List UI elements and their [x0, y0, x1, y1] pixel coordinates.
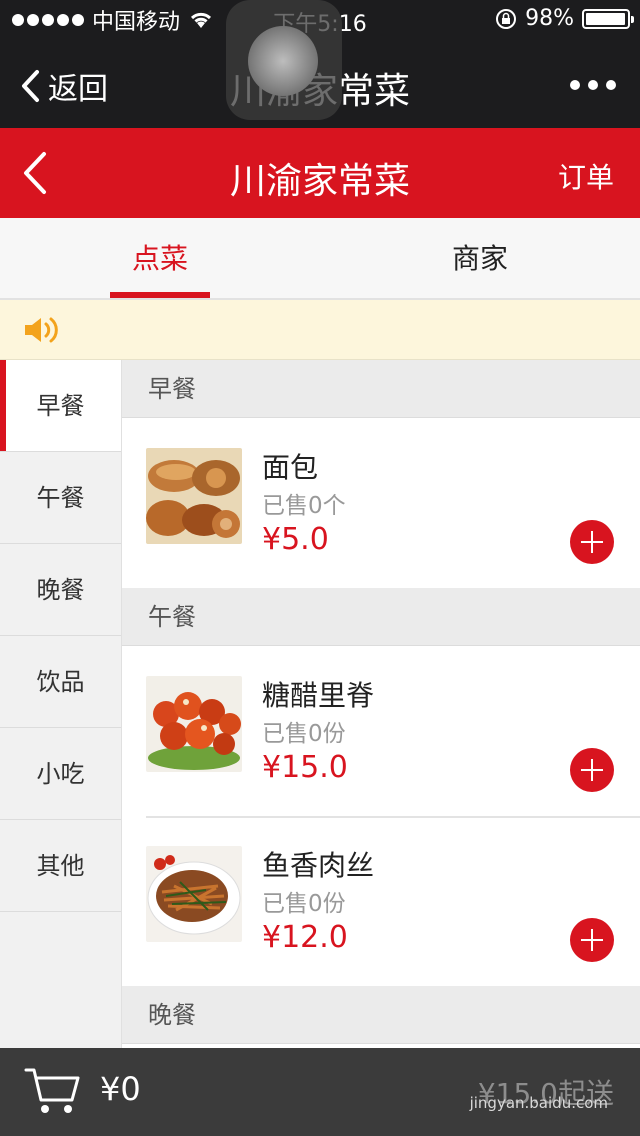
add-to-cart-button[interactable]: [570, 520, 614, 564]
shop-header: 川渝家常菜 订单: [0, 128, 640, 218]
food-image-fish-flavored-pork: [146, 846, 242, 942]
section-header-dinner: 晚餐: [122, 986, 640, 1044]
item-sold-count: 已售0个: [262, 493, 346, 519]
item-price: ¥15.0: [262, 750, 348, 785]
sidebar-item-other[interactable]: 其他: [0, 820, 121, 912]
assistive-touch-button[interactable]: [226, 0, 342, 120]
battery-percent: 98%: [525, 6, 574, 31]
food-image-bread: [146, 448, 242, 544]
add-to-cart-button[interactable]: [570, 918, 614, 962]
rotation-lock-icon: [496, 8, 517, 29]
menu-item[interactable]: 鱼香肉丝 已售0份 ¥12.0: [122, 816, 640, 986]
category-sidebar: 早餐 午餐 晚餐 饮品 小吃 其他: [0, 360, 122, 1048]
notice-bar: [0, 300, 640, 360]
cart-total: ¥0: [100, 1070, 141, 1108]
item-price: ¥5.0: [262, 522, 329, 557]
item-name: 面包: [262, 451, 319, 484]
item-name: 鱼香肉丝: [262, 849, 375, 882]
tab-bar: 点菜 商家: [0, 218, 640, 300]
item-price: ¥12.0: [262, 920, 348, 955]
food-image-sweet-sour-pork: [146, 676, 242, 772]
sidebar-item-dinner[interactable]: 晚餐: [0, 544, 121, 636]
sidebar-item-breakfast[interactable]: 早餐: [0, 360, 121, 452]
sidebar-item-drinks[interactable]: 饮品: [0, 636, 121, 728]
section-header-breakfast: 早餐: [122, 360, 640, 418]
speaker-icon: [25, 317, 58, 343]
add-to-cart-button[interactable]: [570, 748, 614, 792]
menu-list[interactable]: 早餐 面包 已售0个 ¥5.0 午餐 糖醋里脊 已售0份 ¥15.0 鱼香肉丝 …: [122, 360, 640, 1048]
section-header-lunch: 午餐: [122, 588, 640, 646]
item-sold-count: 已售0份: [262, 891, 346, 917]
battery-icon: [582, 8, 634, 29]
ellipsis-icon[interactable]: [570, 80, 616, 90]
sidebar-item-lunch[interactable]: 午餐: [0, 452, 121, 544]
menu-item[interactable]: 糖醋里脊 已售0份 ¥15.0: [122, 646, 640, 816]
item-name: 糖醋里脊: [262, 679, 375, 712]
tab-merchant[interactable]: 商家: [320, 218, 640, 298]
item-sold-count: 已售0份: [262, 721, 346, 747]
cart-bar: ¥0 ¥15.0起送 jingyan.baidu.com: [0, 1048, 640, 1136]
tab-order-food[interactable]: 点菜: [0, 218, 320, 298]
shopping-cart-icon[interactable]: [24, 1066, 80, 1116]
menu-item[interactable]: 面包 已售0个 ¥5.0: [122, 418, 640, 588]
watermark: jingyan.baidu.com: [469, 1094, 608, 1112]
sidebar-item-snacks[interactable]: 小吃: [0, 728, 121, 820]
order-button[interactable]: 订单: [558, 156, 614, 196]
shop-title: 川渝家常菜: [229, 161, 410, 202]
